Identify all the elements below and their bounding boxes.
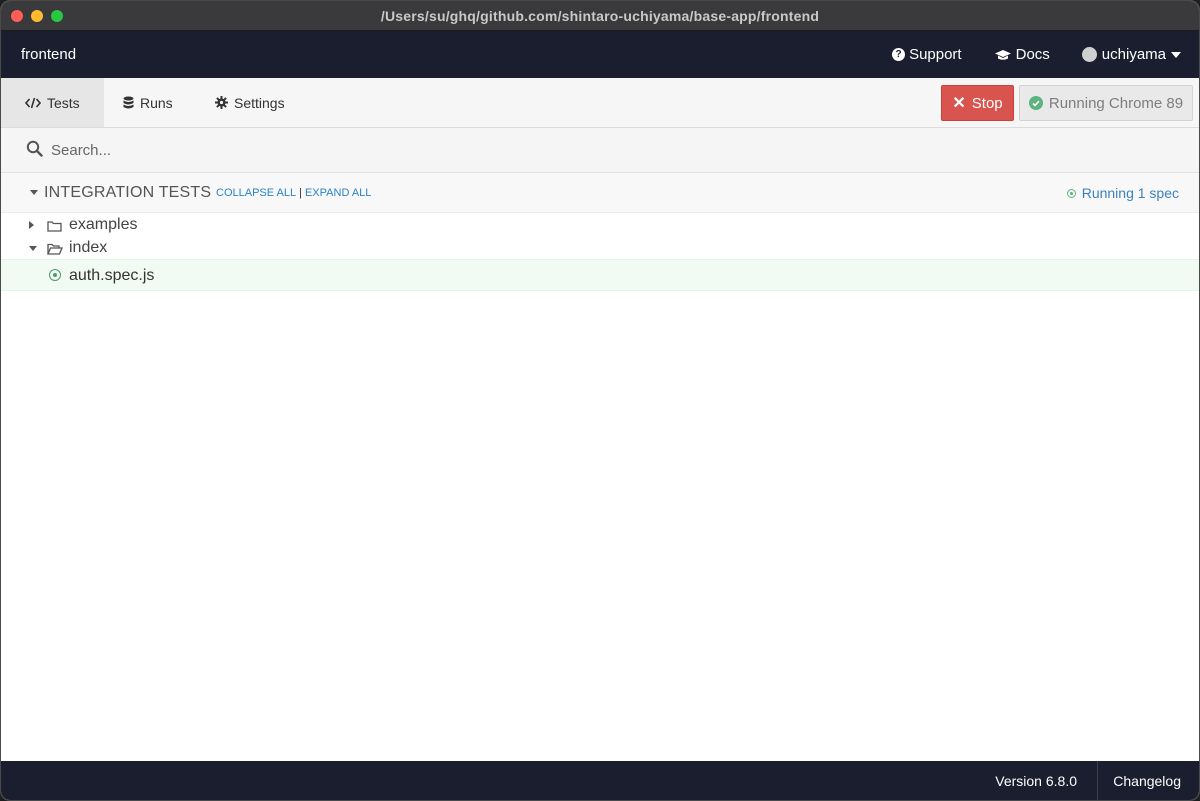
check-circle-icon bbox=[1028, 96, 1043, 110]
caret-right-icon bbox=[29, 221, 34, 229]
search-input[interactable] bbox=[51, 138, 651, 162]
support-link[interactable]: ? Support bbox=[892, 46, 962, 63]
tab-runs[interactable]: Runs bbox=[99, 78, 197, 127]
actions-separator: | bbox=[299, 187, 302, 199]
expand-all-link[interactable]: EXPAND ALL bbox=[305, 187, 371, 199]
title-bar: /Users/su/ghq/github.com/shintaro-uchiya… bbox=[1, 1, 1199, 31]
tab-settings[interactable]: Settings bbox=[191, 78, 309, 127]
tab-tests-label: Tests bbox=[47, 94, 80, 111]
folder-icon bbox=[47, 219, 62, 237]
close-icon: ✕ bbox=[952, 95, 966, 112]
tree-folder-examples[interactable]: examples bbox=[1, 214, 1199, 237]
docs-link[interactable]: Docs bbox=[994, 46, 1050, 63]
collapse-all-link[interactable]: COLLAPSE ALL bbox=[216, 187, 296, 199]
section-title[interactable]: INTEGRATION TESTS bbox=[44, 184, 211, 202]
browser-status-label: Running Chrome 89 bbox=[1048, 94, 1184, 112]
database-icon bbox=[123, 96, 134, 109]
caret-down-icon[interactable] bbox=[30, 190, 38, 195]
running-status: Running 1 spec bbox=[1066, 185, 1179, 201]
chevron-down-icon bbox=[1171, 51, 1181, 58]
tab-runs-label: Runs bbox=[140, 94, 173, 111]
folder-open-icon bbox=[47, 242, 63, 260]
window-title: /Users/su/ghq/github.com/shintaro-uchiya… bbox=[380, 8, 820, 24]
caret-down-icon bbox=[29, 246, 37, 251]
integration-tests-header: INTEGRATION TESTS COLLAPSE ALL | EXPAND AL… bbox=[1, 173, 1199, 213]
tree-folder-index[interactable]: index bbox=[1, 237, 1199, 260]
header-links: ? Support Docs uchiyama bbox=[892, 46, 1181, 63]
browser-status-button[interactable]: Running Chrome 89 bbox=[1019, 85, 1193, 121]
stop-button[interactable]: ✕ Stop bbox=[941, 85, 1014, 121]
search-icon bbox=[26, 140, 43, 162]
footer-divider bbox=[1097, 761, 1098, 800]
search-bar bbox=[1, 128, 1199, 173]
app-window: /Users/su/ghq/github.com/shintaro-uchiya… bbox=[0, 0, 1200, 801]
running-spec-icon bbox=[49, 269, 61, 281]
avatar bbox=[1081, 47, 1097, 62]
spec-label: auth.spec.js bbox=[69, 267, 155, 284]
gear-icon bbox=[215, 96, 228, 109]
docs-label: Docs bbox=[1015, 46, 1050, 63]
code-icon bbox=[25, 97, 41, 109]
user-name: uchiyama bbox=[1101, 46, 1166, 63]
footer: Version 6.8.0 Changelog bbox=[1, 761, 1199, 800]
tree-spec-auth[interactable]: auth.spec.js bbox=[1, 259, 1199, 291]
graduation-cap-icon bbox=[994, 49, 1012, 61]
tab-settings-label: Settings bbox=[234, 94, 285, 111]
running-icon bbox=[1066, 188, 1076, 198]
question-circle-icon: ? bbox=[892, 48, 906, 61]
running-status-label: Running 1 spec bbox=[1081, 185, 1179, 201]
project-name: frontend bbox=[21, 46, 77, 63]
version-label[interactable]: Version 6.8.0 bbox=[995, 773, 1077, 789]
folder-label: examples bbox=[69, 216, 138, 233]
support-label: Support bbox=[909, 46, 962, 63]
tree-actions: COLLAPSE ALL | EXPAND ALL bbox=[216, 187, 371, 199]
user-menu[interactable]: uchiyama bbox=[1081, 46, 1181, 63]
nav-tabs: Tests Runs Settings ✕ Stop Running Chrom… bbox=[1, 78, 1199, 128]
changelog-link[interactable]: Changelog bbox=[1113, 773, 1181, 789]
stop-label: Stop bbox=[971, 94, 1003, 112]
tab-tests[interactable]: Tests bbox=[1, 78, 104, 127]
folder-label: index bbox=[69, 239, 108, 256]
app-header: frontend ? Support Docs uchiyama bbox=[1, 31, 1199, 78]
